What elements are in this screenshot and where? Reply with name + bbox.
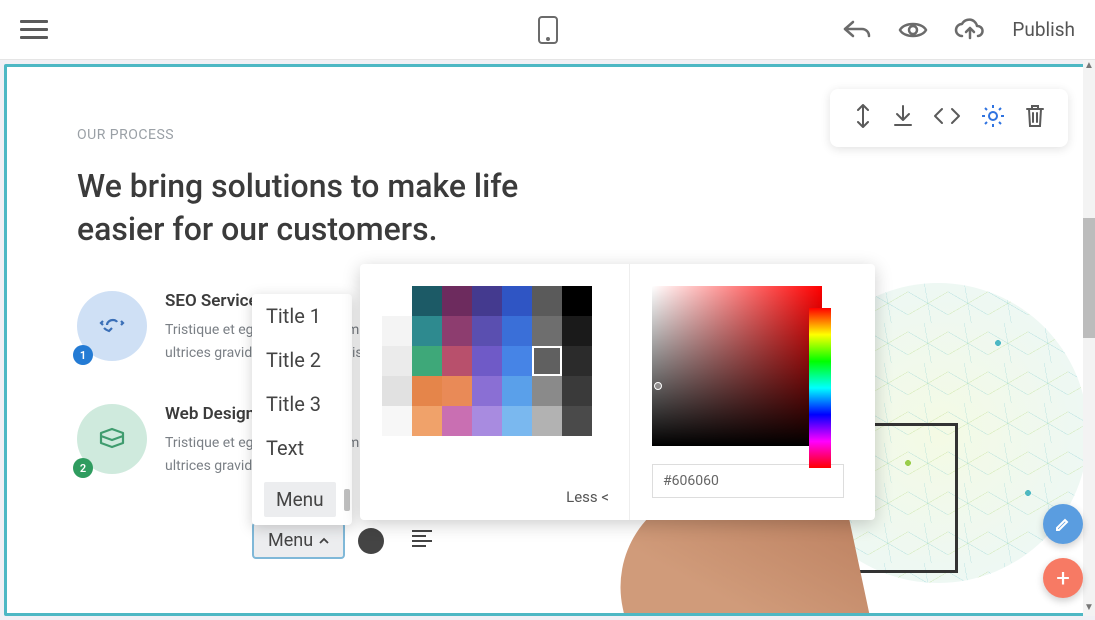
color-swatch[interactable] (532, 286, 562, 316)
fab-add-button[interactable]: + (1043, 558, 1083, 598)
color-swatch[interactable] (442, 286, 472, 316)
dropdown-menu-button[interactable]: Menu (264, 482, 336, 517)
saturation-value-area[interactable] (652, 286, 822, 446)
process-icon-web: 2 (77, 404, 147, 474)
color-swatch[interactable] (502, 346, 532, 376)
process-badge: 1 (73, 345, 93, 365)
picker-pane (630, 264, 875, 520)
preview-eye-icon[interactable] (898, 19, 928, 41)
chevron-up-icon (319, 537, 329, 545)
menu-icon[interactable] (20, 15, 48, 44)
color-swatch[interactable] (562, 286, 592, 316)
color-swatch[interactable] (442, 346, 472, 376)
color-swatch[interactable] (382, 346, 412, 376)
format-align-icon[interactable] (410, 528, 434, 552)
less-toggle[interactable]: Less < (566, 488, 609, 506)
hue-slider[interactable] (809, 308, 831, 468)
scroll-up-arrow[interactable]: ▲ (1083, 60, 1095, 74)
dropdown-item-title3[interactable]: Title 3 (252, 382, 352, 426)
color-swatch[interactable] (442, 376, 472, 406)
mobile-preview-icon[interactable] (537, 15, 559, 45)
color-swatch[interactable] (472, 406, 502, 436)
cloud-upload-icon[interactable] (954, 18, 986, 42)
format-color-swatch[interactable] (358, 528, 384, 554)
scroll-down-arrow[interactable]: ▼ (1083, 602, 1095, 616)
section-headline[interactable]: We bring solutions to make life easier f… (77, 165, 557, 251)
delete-trash-icon[interactable] (1024, 103, 1046, 133)
dropdown-item-text[interactable]: Text (252, 426, 352, 470)
color-picker-panel: Less < (360, 264, 875, 520)
vertical-scrollbar[interactable]: ▲ ▼ (1083, 60, 1095, 616)
color-swatch[interactable] (502, 316, 532, 346)
topbar: Publish (0, 0, 1095, 60)
move-section-icon[interactable] (852, 103, 874, 133)
color-swatch[interactable] (412, 376, 442, 406)
color-swatch[interactable] (382, 406, 412, 436)
color-swatch[interactable] (412, 316, 442, 346)
color-swatch[interactable] (502, 376, 532, 406)
color-swatch[interactable] (472, 346, 502, 376)
format-menu-button[interactable]: Menu (252, 522, 345, 559)
color-swatch[interactable] (472, 286, 502, 316)
section-toolbar (830, 89, 1068, 147)
hex-input[interactable] (652, 464, 844, 498)
process-badge: 2 (73, 458, 93, 478)
color-swatch[interactable] (412, 346, 442, 376)
color-swatch[interactable] (562, 316, 592, 346)
color-swatch[interactable] (532, 376, 562, 406)
edit-pencil-icon[interactable] (344, 489, 350, 511)
color-swatch[interactable] (532, 406, 562, 436)
color-swatch[interactable] (412, 406, 442, 436)
download-section-icon[interactable] (892, 104, 914, 132)
dropdown-item-title2[interactable]: Title 2 (252, 338, 352, 382)
process-icon-seo: 1 (77, 291, 147, 361)
color-swatch[interactable] (502, 286, 532, 316)
color-swatch[interactable] (442, 406, 472, 436)
color-swatch[interactable] (382, 316, 412, 346)
color-swatch[interactable] (562, 376, 592, 406)
color-swatch[interactable] (382, 286, 412, 316)
color-swatch[interactable] (532, 346, 562, 376)
color-swatch[interactable] (412, 286, 442, 316)
color-swatch[interactable] (442, 316, 472, 346)
publish-button[interactable]: Publish (1012, 18, 1075, 41)
sv-cursor[interactable] (654, 382, 662, 390)
code-icon[interactable] (932, 105, 962, 131)
swatch-pane: Less < (360, 264, 630, 520)
color-swatch[interactable] (562, 406, 592, 436)
color-swatch[interactable] (382, 376, 412, 406)
color-swatch[interactable] (532, 316, 562, 346)
fab-edit-button[interactable] (1043, 504, 1083, 544)
dropdown-item-title1[interactable]: Title 1 (252, 294, 352, 338)
color-swatch[interactable] (562, 346, 592, 376)
color-swatch[interactable] (502, 406, 532, 436)
undo-icon[interactable] (842, 18, 872, 42)
scroll-thumb[interactable] (1083, 218, 1095, 338)
color-swatch[interactable] (472, 376, 502, 406)
settings-gear-icon[interactable] (980, 103, 1006, 133)
text-style-dropdown: Title 1 Title 2 Title 3 Text Menu (252, 294, 352, 525)
color-swatch[interactable] (472, 316, 502, 346)
